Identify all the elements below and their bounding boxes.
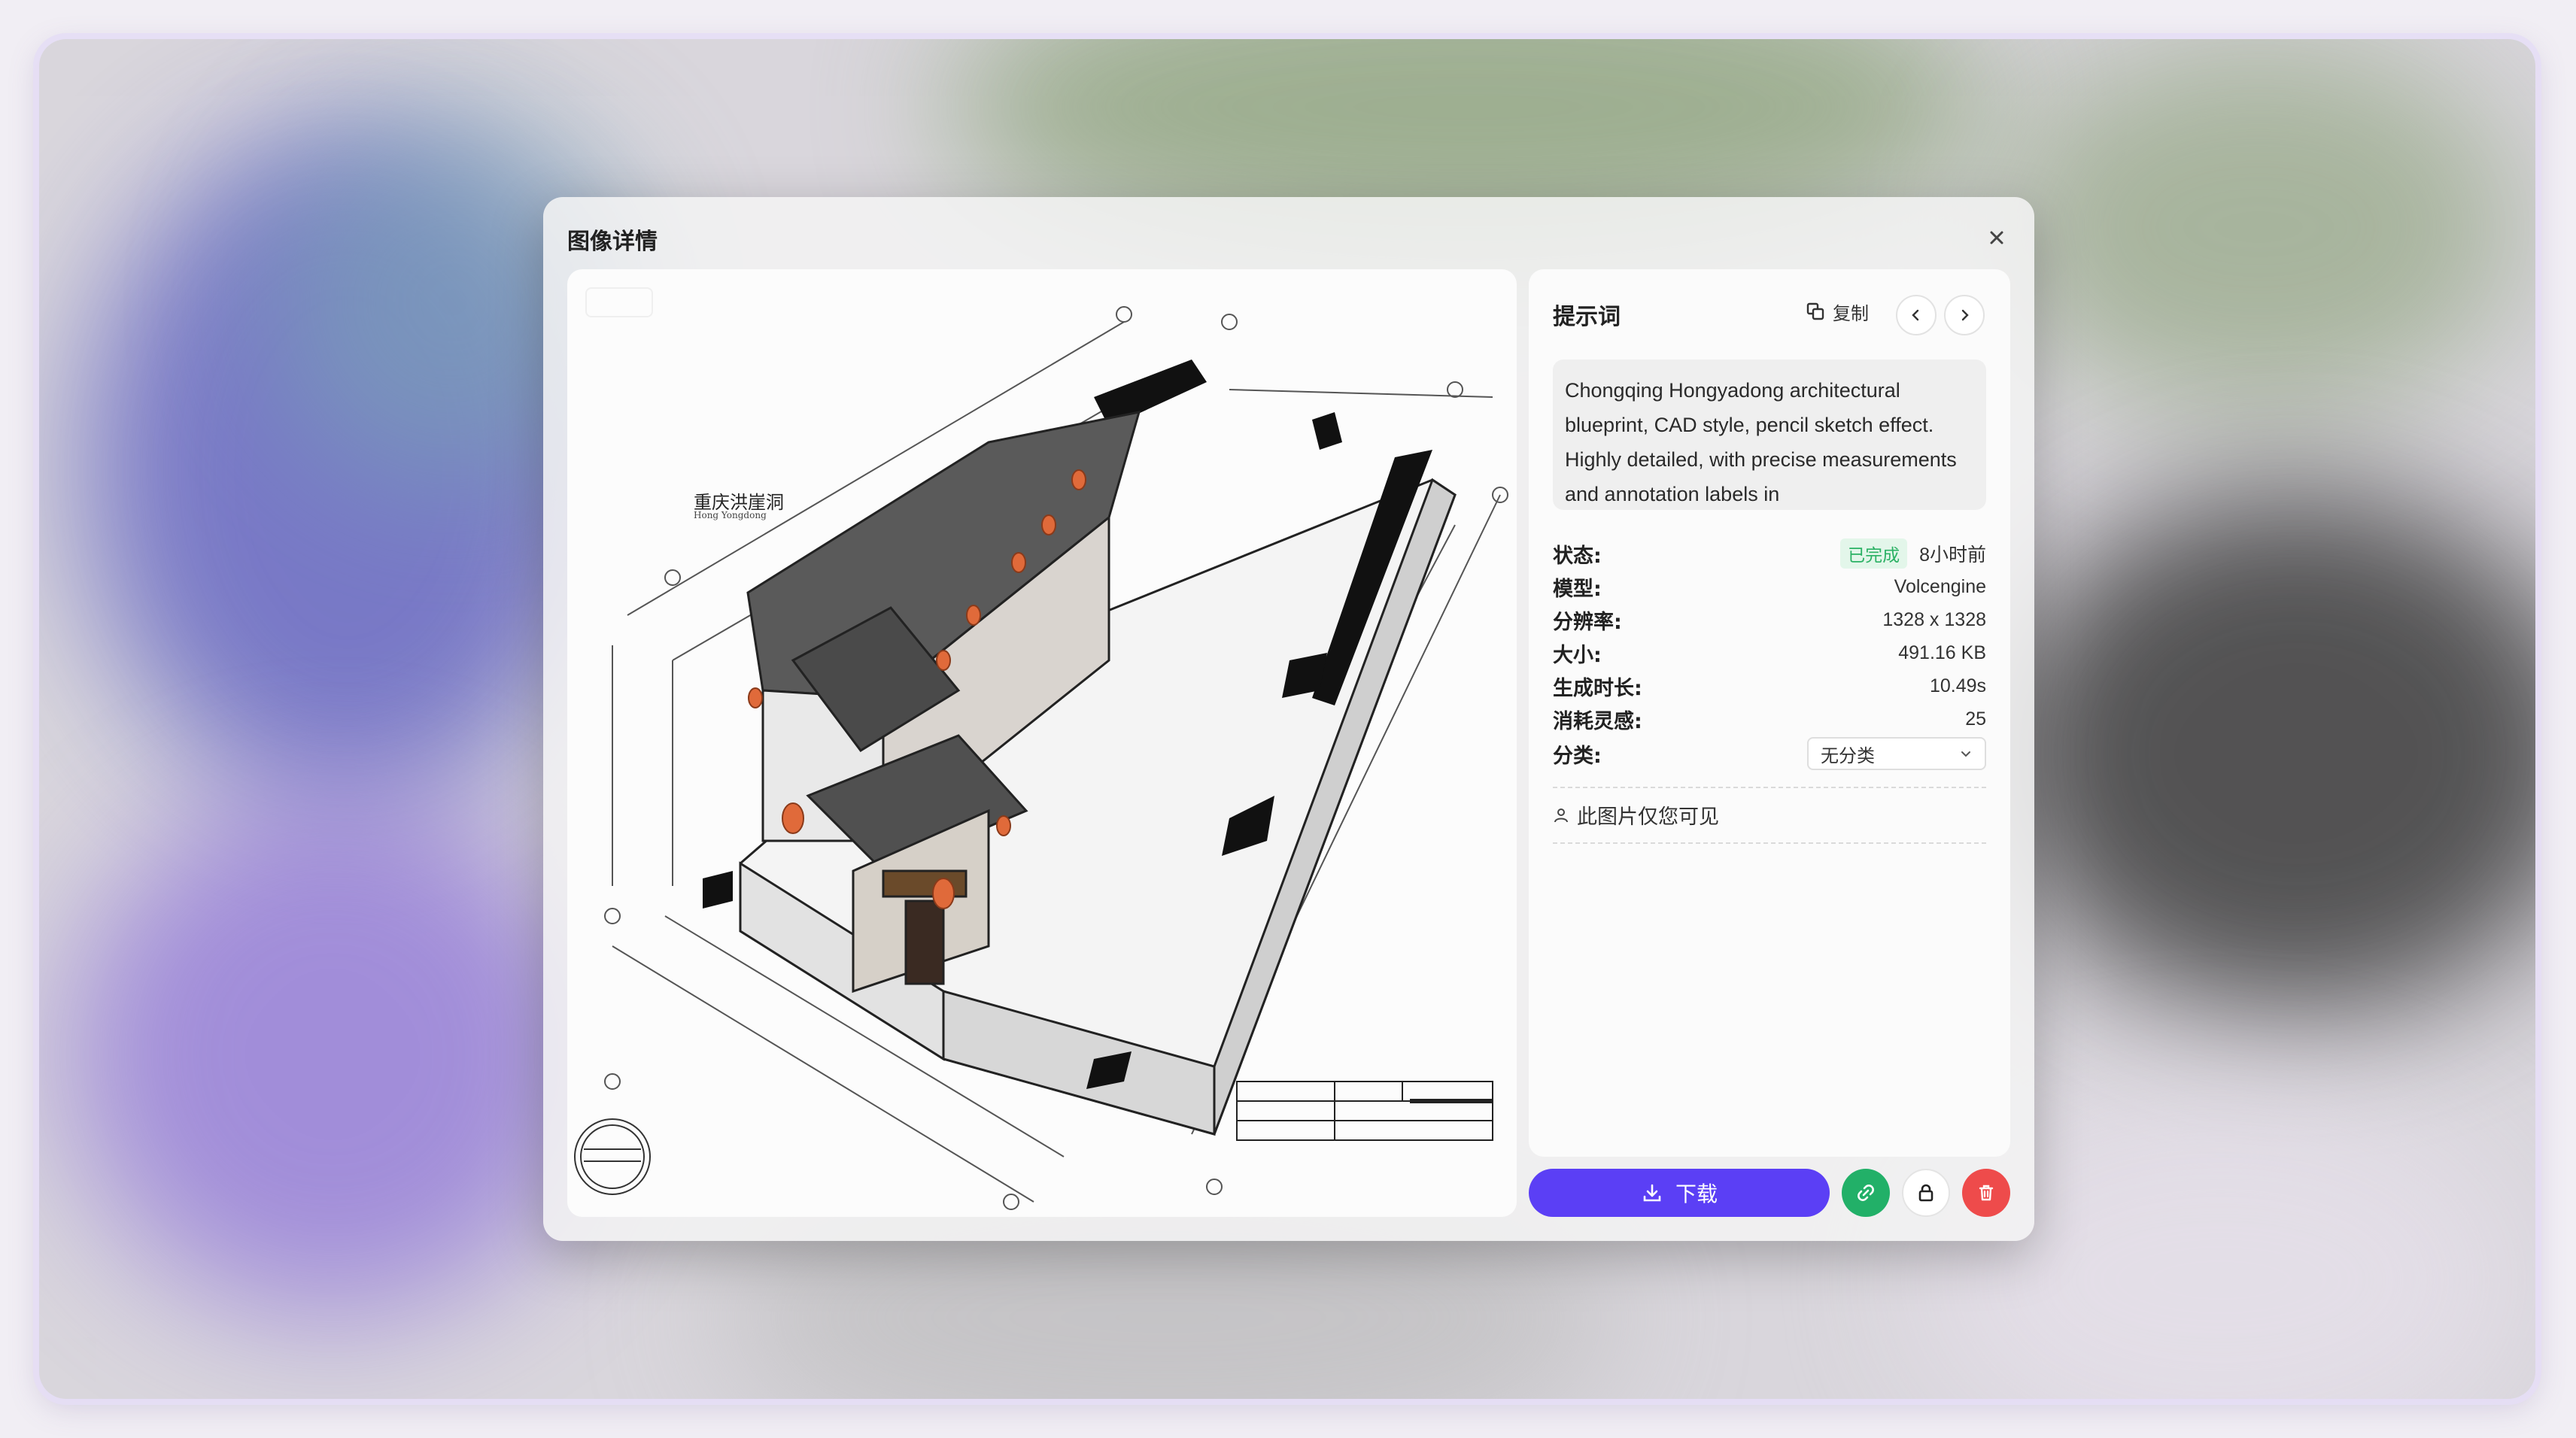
modal-title: 图像详情 <box>567 229 658 255</box>
visibility-note: 此图片仅您可见 <box>1553 800 1719 830</box>
blueprint-sketch <box>574 306 1508 1210</box>
download-icon <box>1643 1184 1661 1202</box>
resolution-value: 1328 x 1328 <box>1882 608 1986 630</box>
compass-seal-icon <box>574 1118 651 1195</box>
resolution-row: 分辨率: 1328 x 1328 <box>1553 605 1986 635</box>
category-select[interactable]: 无分类 <box>1807 737 1986 770</box>
prompt-info-panel: 提示词 复制 Chongqing Hongyadong architectura… <box>1529 269 2010 1157</box>
credits-row: 消耗灵感: 25 <box>1553 704 1986 734</box>
chevron-right-icon <box>1961 309 1969 321</box>
copy-link-button[interactable] <box>1842 1169 1890 1217</box>
divider <box>1553 787 1986 788</box>
duration-row: 生成时长: 10.49s <box>1553 671 1986 701</box>
copy-label: 复制 <box>1833 302 1869 324</box>
status-row: 状态: 已完成 8小时前 <box>1553 538 1986 569</box>
category-row: 分类: 无分类 <box>1553 737 1986 770</box>
category-label: 分类: <box>1553 744 1602 768</box>
resolution-label: 分辨率: <box>1553 610 1622 634</box>
image-caption-en: Hong Yongdong <box>694 510 767 520</box>
duration-label: 生成时长: <box>1553 676 1642 700</box>
next-button[interactable] <box>1944 295 1985 335</box>
category-value: 无分类 <box>1821 745 1875 766</box>
copy-button[interactable]: 复制 <box>1806 296 1869 326</box>
background-blob <box>69 791 596 1318</box>
divider <box>1553 842 1986 844</box>
size-label: 大小: <box>1553 643 1602 667</box>
link-icon <box>1858 1185 1874 1201</box>
download-button[interactable]: 下载 <box>1529 1169 1830 1217</box>
status-label: 状态: <box>1553 544 1602 568</box>
duration-value: 10.49s <box>1929 675 1986 696</box>
visibility-text: 此图片仅您可见 <box>1577 805 1719 829</box>
background-blob <box>1995 490 2535 1017</box>
trash-icon <box>1979 1185 1994 1201</box>
size-value: 491.16 KB <box>1898 642 1986 663</box>
status-time: 8小时前 <box>1919 545 1986 566</box>
image-tag-placeholder <box>585 287 653 317</box>
privacy-lock-button[interactable] <box>1902 1169 1950 1217</box>
prompt-title: 提示词 <box>1553 304 1621 330</box>
prompt-text-box[interactable]: Chongqing Hongyadong architectural bluep… <box>1553 360 1986 510</box>
lock-icon <box>1918 1184 1934 1202</box>
copy-icon <box>1806 302 1824 320</box>
model-value: Volcengine <box>1894 575 1986 597</box>
credits-label: 消耗灵感: <box>1553 709 1642 733</box>
user-icon <box>1554 808 1568 822</box>
download-label: 下载 <box>1675 1182 1718 1206</box>
status-badge: 已完成 <box>1840 538 1908 569</box>
model-label: 模型: <box>1553 577 1602 601</box>
model-row: 模型: Volcengine <box>1553 572 1986 602</box>
size-row: 大小: 491.16 KB <box>1553 638 1986 668</box>
app-window: 图像详情 重庆洪崖洞 Hong Yongdong 提示词 复制 Chongqin… <box>39 39 2535 1399</box>
previous-button[interactable] <box>1896 295 1937 335</box>
generated-image: 重庆洪崖洞 Hong Yongdong <box>567 269 1517 1217</box>
prompt-text: Chongqing Hongyadong architectural bluep… <box>1565 379 1957 505</box>
chevron-left-icon <box>1912 309 1919 321</box>
chevron-down-icon <box>1961 751 1970 757</box>
close-icon[interactable] <box>1985 226 2009 250</box>
background-blob <box>1995 39 2522 415</box>
image-detail-modal: 图像详情 重庆洪崖洞 Hong Yongdong 提示词 复制 Chongqin… <box>543 197 2034 1241</box>
credits-value: 25 <box>1965 708 1986 730</box>
delete-button[interactable] <box>1962 1169 2010 1217</box>
